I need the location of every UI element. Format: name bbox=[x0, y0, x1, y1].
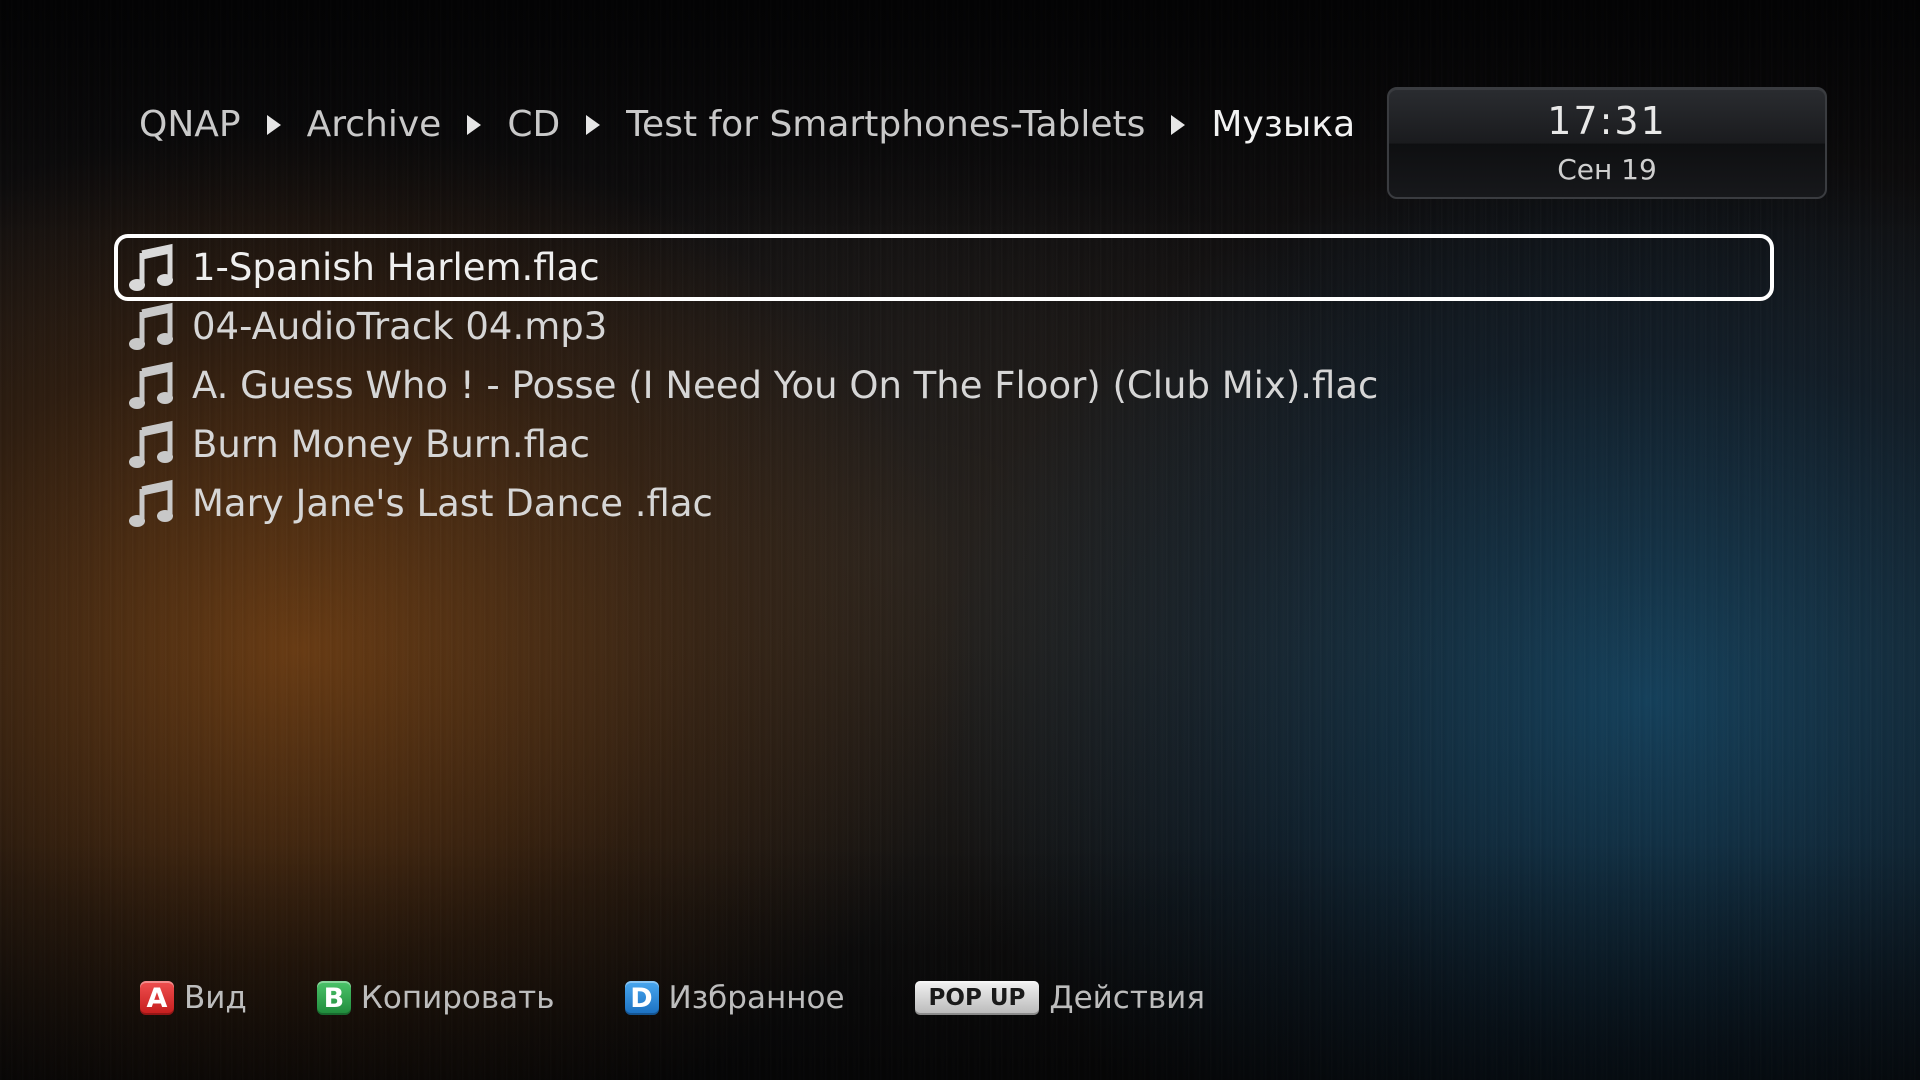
hint-favorites-label: Избранное bbox=[668, 980, 845, 1016]
hint-favorites[interactable]: D Избранное bbox=[624, 980, 845, 1016]
breadcrumb-item-test-folder[interactable]: Test for Smartphones-Tablets bbox=[622, 104, 1149, 145]
blue-d-key-icon: D bbox=[624, 981, 659, 1015]
clock-date: Сен 19 bbox=[1557, 153, 1657, 186]
list-item[interactable]: Mary Jane's Last Dance .flac bbox=[118, 474, 1770, 533]
file-name: Mary Jane's Last Dance .flac bbox=[192, 482, 713, 525]
red-a-key-icon: A bbox=[140, 981, 174, 1015]
breadcrumb-arrow-icon bbox=[266, 114, 281, 135]
list-item[interactable]: A. Guess Who ! - Posse (I Need You On Th… bbox=[118, 356, 1770, 415]
file-list: 1-Spanish Harlem.flac 04-AudioTrack 04.m… bbox=[114, 234, 1774, 533]
file-name: 04-AudioTrack 04.mp3 bbox=[192, 305, 608, 348]
list-item[interactable]: 04-AudioTrack 04.mp3 bbox=[118, 297, 1770, 356]
music-note-icon bbox=[129, 479, 173, 527]
breadcrumb-item-qnap[interactable]: QNAP bbox=[135, 104, 245, 145]
hint-view-label: Вид bbox=[184, 980, 247, 1016]
file-name: 1-Spanish Harlem.flac bbox=[192, 246, 600, 289]
clock-panel: 17:31 Сен 19 bbox=[1387, 87, 1827, 199]
music-note-icon bbox=[129, 420, 173, 468]
clock-time: 17:31 bbox=[1547, 99, 1667, 143]
breadcrumb-item-archive[interactable]: Archive bbox=[303, 104, 446, 145]
list-item[interactable]: Burn Money Burn.flac bbox=[118, 415, 1770, 474]
breadcrumb: QNAP Archive CD Test for Smartphones-Tab… bbox=[135, 104, 1359, 145]
music-note-icon bbox=[129, 361, 173, 409]
hint-actions-label: Действия bbox=[1049, 980, 1205, 1016]
breadcrumb-current: Музыка bbox=[1211, 104, 1356, 145]
popup-key-icon: POP UP bbox=[914, 981, 1040, 1015]
hint-copy[interactable]: B Копировать bbox=[316, 980, 555, 1016]
file-name: Burn Money Burn.flac bbox=[192, 423, 590, 466]
green-b-key-icon: B bbox=[316, 981, 351, 1015]
list-item-selected[interactable]: 1-Spanish Harlem.flac bbox=[114, 234, 1774, 301]
breadcrumb-item-cd[interactable]: CD bbox=[503, 104, 564, 145]
hint-actions[interactable]: POP UP Действия bbox=[914, 980, 1205, 1016]
hint-view[interactable]: A Вид bbox=[140, 980, 247, 1016]
button-hints-bar: A Вид B Копировать D Избранное POP UP Де… bbox=[140, 980, 1275, 1016]
breadcrumb-arrow-icon bbox=[586, 114, 601, 135]
music-note-icon bbox=[129, 302, 173, 350]
breadcrumb-arrow-icon bbox=[467, 114, 482, 135]
breadcrumb-arrow-icon bbox=[1171, 114, 1186, 135]
music-note-icon bbox=[129, 243, 173, 291]
hint-copy-label: Копировать bbox=[360, 980, 555, 1016]
file-name: A. Guess Who ! - Posse (I Need You On Th… bbox=[192, 364, 1379, 407]
